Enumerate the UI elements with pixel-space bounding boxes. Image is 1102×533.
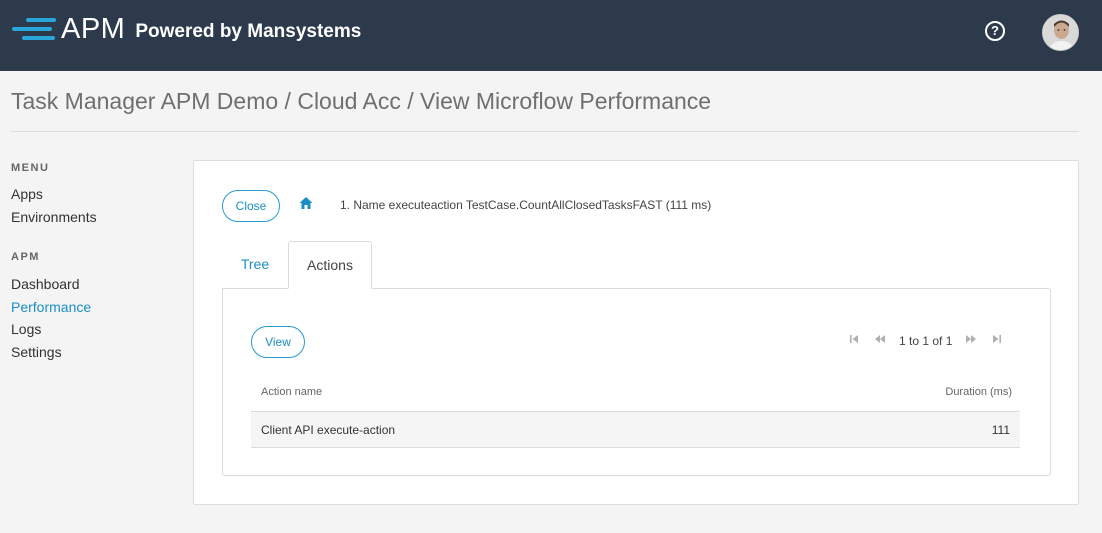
microflow-card: Close 1. Name executeaction TestCase.Cou…: [193, 160, 1079, 505]
sidebar-item-logs[interactable]: Logs: [11, 321, 41, 337]
table-row-divider: [251, 447, 1020, 448]
logo-powered-text: Powered by Mansystems: [135, 21, 362, 42]
cell-action-name: Client API execute-action: [261, 423, 396, 437]
tab-tree[interactable]: Tree: [222, 241, 288, 289]
top-bar: APM Powered by Mansystems ?: [0, 0, 1102, 71]
title-divider: [11, 131, 1079, 132]
user-avatar[interactable]: [1042, 14, 1079, 51]
logo-bars-icon: [12, 16, 57, 42]
pagination-text: 1 to 1 of 1: [899, 334, 953, 348]
next-page-icon[interactable]: [964, 334, 978, 348]
sidebar-item-dashboard[interactable]: Dashboard: [11, 276, 80, 292]
last-page-icon[interactable]: [990, 334, 1004, 348]
sidebar-item-performance[interactable]: Performance: [11, 299, 91, 315]
tab-actions[interactable]: Actions: [288, 241, 372, 289]
home-icon[interactable]: [298, 195, 314, 211]
view-button[interactable]: View: [251, 326, 305, 358]
page-title: Task Manager APM Demo / Cloud Acc / View…: [11, 88, 712, 114]
column-header-action-name[interactable]: Action name: [261, 386, 322, 398]
cell-duration: 111: [991, 423, 1010, 437]
previous-page-icon[interactable]: [873, 334, 887, 348]
apm-logo[interactable]: APM Powered by Mansystems: [12, 12, 362, 45]
table-row[interactable]: Client API execute-action 111: [251, 412, 1020, 447]
sidebar-heading-menu: MENU: [11, 162, 50, 174]
help-icon[interactable]: ?: [985, 21, 1005, 41]
sidebar-item-apps[interactable]: Apps: [11, 186, 43, 202]
avatar-image: [1043, 15, 1078, 50]
first-page-icon[interactable]: [847, 334, 861, 348]
sidebar-item-environments[interactable]: Environments: [11, 209, 97, 225]
actions-tab-panel: View 1 to 1 of 1 Action name Duration (m…: [222, 288, 1051, 476]
logo-apm-text: APM: [61, 12, 126, 45]
close-button[interactable]: Close: [222, 190, 280, 222]
column-header-duration[interactable]: Duration (ms): [945, 386, 1012, 398]
sidebar-heading-apm: APM: [11, 251, 40, 263]
pagination: 1 to 1 of 1: [847, 334, 1004, 348]
breadcrumb: 1. Name executeaction TestCase.CountAllC…: [340, 198, 712, 212]
sidebar-item-settings[interactable]: Settings: [11, 344, 62, 360]
